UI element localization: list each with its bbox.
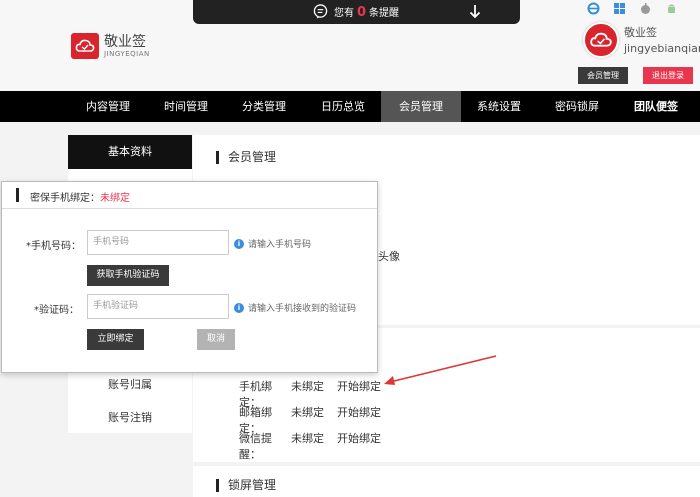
member-management-button[interactable]: 会员管理 — [578, 67, 628, 84]
dialog-title: 密保手机绑定：未绑定 — [30, 189, 130, 204]
apple-icon[interactable] — [639, 2, 652, 15]
avatar-label-partial: 头像 — [378, 250, 400, 263]
member-section-title: 会员管理 — [216, 151, 276, 164]
dialog-title-text: 密保手机绑定： — [30, 193, 100, 204]
arrow-down-icon[interactable] — [469, 4, 481, 19]
nav-password-lock[interactable]: 密码锁屏 — [538, 91, 616, 122]
code-input[interactable]: 手机验证码 — [87, 294, 229, 319]
windows-icon[interactable] — [613, 2, 626, 15]
phone-label: *手机号码： — [26, 241, 81, 252]
notification-text: 您有 0 条提醒 — [334, 4, 399, 20]
nav-category-management[interactable]: 分类管理 — [227, 91, 301, 122]
logo[interactable]: 敬业签 JINGYEQIAN — [71, 33, 150, 59]
binding-label: 微信提醒： — [239, 432, 272, 461]
logo-subtitle: JINGYEQIAN — [104, 50, 150, 58]
sidebar-item-account-ownership[interactable]: 账号归属 — [68, 376, 192, 392]
dialog-header: 密保手机绑定：未绑定 — [2, 182, 377, 209]
platform-icons — [587, 2, 678, 15]
notification-count: 0 — [356, 5, 367, 20]
annotation-arrow — [384, 355, 497, 385]
nav-member-management[interactable]: 会员管理 — [381, 91, 461, 122]
user-id: jingyebianqian — [624, 42, 700, 55]
nav-content-management[interactable]: 内容管理 — [71, 91, 145, 122]
info-icon: i — [234, 302, 244, 313]
logout-button[interactable]: 退出登录 — [643, 67, 693, 84]
binding-status: 未绑定 — [291, 432, 324, 445]
cloud-logo-icon — [71, 33, 99, 59]
nav-calendar-overview[interactable]: 日历总览 — [305, 91, 381, 122]
start-binding-link[interactable]: 开始绑定 — [337, 430, 381, 462]
title-marker — [16, 188, 19, 202]
main-nav: 内容管理 时间管理 分类管理 日历总览 会员管理 系统设置 密码锁屏 团队便签 — [0, 91, 700, 122]
notification-prefix: 您有 — [333, 8, 354, 19]
cancel-button[interactable]: 取消 — [197, 329, 235, 350]
phone-hint-text: 请输入手机号码 — [248, 240, 312, 250]
sidebar-item-basic-info[interactable]: 基本资料 — [68, 135, 192, 169]
nav-time-management[interactable]: 时间管理 — [149, 91, 223, 122]
phone-input[interactable]: 手机号码 — [87, 230, 229, 255]
dialog-status: 未绑定 — [100, 193, 130, 204]
header: 您有 0 条提醒 敬业签 JINGYEQIAN 敬业签 jingyebianqian… — [0, 0, 700, 91]
phone-binding-dialog: 密保手机绑定：未绑定 *手机号码： 手机号码 i 请输入手机号码 获取手机验证码 … — [1, 181, 378, 373]
get-code-button[interactable]: 获取手机验证码 — [87, 265, 169, 286]
android-icon[interactable] — [665, 2, 678, 15]
bind-now-button[interactable]: 立即绑定 — [87, 329, 144, 350]
code-hint: i 请输入手机接收到的验证码 — [234, 301, 356, 314]
phone-hint: i 请输入手机号码 — [234, 237, 311, 250]
logo-title: 敬业签 — [104, 34, 146, 50]
binding-row-wechat: 微信提醒： 未绑定 开始绑定 — [239, 430, 381, 462]
avatar[interactable] — [583, 22, 619, 58]
nav-team-notes[interactable]: 团队便签 — [617, 91, 695, 122]
sidebar-item-account-cancel[interactable]: 账号注销 — [68, 409, 192, 425]
code-label: *验证码： — [34, 305, 79, 316]
message-icon — [313, 4, 328, 19]
notification-suffix: 条提醒 — [369, 8, 400, 19]
ie-browser-icon[interactable] — [587, 2, 600, 15]
user-name: 敬业签 — [624, 26, 657, 39]
code-hint-text: 请输入手机接收到的验证码 — [248, 304, 357, 314]
notification-bar[interactable]: 您有 0 条提醒 — [193, 0, 520, 24]
lock-section-title: 锁屏管理 — [216, 479, 276, 492]
info-icon: i — [234, 238, 244, 249]
nav-system-settings[interactable]: 系统设置 — [461, 91, 537, 122]
